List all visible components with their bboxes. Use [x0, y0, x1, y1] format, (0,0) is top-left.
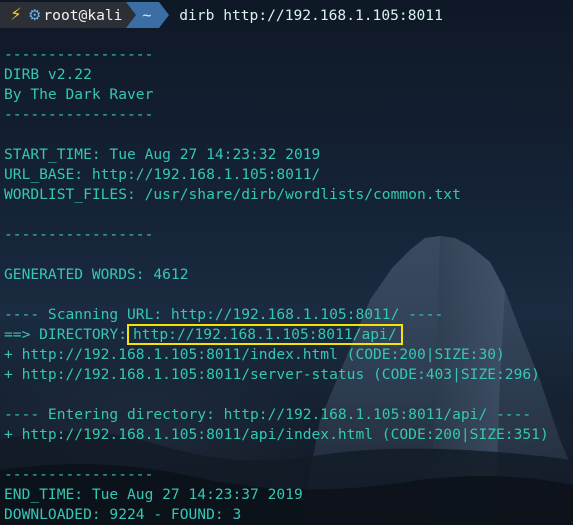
directory-prefix: ==> DIRECTORY:	[4, 326, 128, 343]
shell-prompt: ⚡ ⚙ root@kali ~ dirb http://192.168.1.10…	[0, 0, 573, 30]
entering-directory-header: ---- Entering directory: http://192.168.…	[4, 406, 532, 423]
start-time: START_TIME: Tue Aug 27 14:23:32 2019	[4, 146, 321, 163]
generated-words: GENERATED WORDS: 4612	[4, 266, 189, 283]
gear-icon: ⚙	[27, 6, 42, 24]
terminal-window[interactable]: ⚡ ⚙ root@kali ~ dirb http://192.168.1.10…	[0, 0, 573, 525]
found-entry: + http://192.168.1.105:8011/api/index.ht…	[4, 426, 549, 443]
command-line[interactable]: dirb http://192.168.1.105:8011	[179, 7, 443, 24]
scanning-url-header: ---- Scanning URL: http://192.168.1.105:…	[4, 306, 444, 323]
prompt-dir: ~	[142, 6, 152, 24]
download-summary: DOWNLOADED: 9224 - FOUND: 3	[4, 506, 242, 523]
separator-line: -----------------	[4, 466, 154, 483]
prompt-end-arrow	[159, 2, 170, 28]
url-base: URL_BASE: http://192.168.1.105:8011/	[4, 166, 321, 183]
dirb-author: By The Dark Raver	[4, 86, 154, 103]
lightning-bolt-icon: ⚡	[10, 5, 22, 25]
separator-line: -----------------	[4, 226, 154, 243]
prompt-dir-segment: ~	[136, 2, 160, 28]
dirb-version: DIRB v2.22	[4, 66, 92, 83]
end-time: END_TIME: Tue Aug 27 14:23:37 2019	[4, 486, 303, 503]
highlighted-directory-url[interactable]: http://192.168.1.105:8011/api/	[127, 324, 403, 345]
separator-line: -----------------	[4, 106, 154, 123]
prompt-separator-arrow	[126, 2, 137, 28]
wordlist-files: WORDLIST_FILES: /usr/share/dirb/wordlist…	[4, 186, 461, 203]
separator-line: -----------------	[4, 46, 154, 63]
directory-found-line: ==> DIRECTORY: http://192.168.1.105:8011/…	[4, 324, 403, 345]
found-entry: + http://192.168.1.105:8011/index.html (…	[4, 346, 505, 363]
found-entry: + http://192.168.1.105:8011/server-statu…	[4, 366, 540, 383]
prompt-user-segment: ⚡ ⚙ root@kali	[0, 2, 127, 28]
prompt-user: root@kali	[43, 6, 123, 24]
